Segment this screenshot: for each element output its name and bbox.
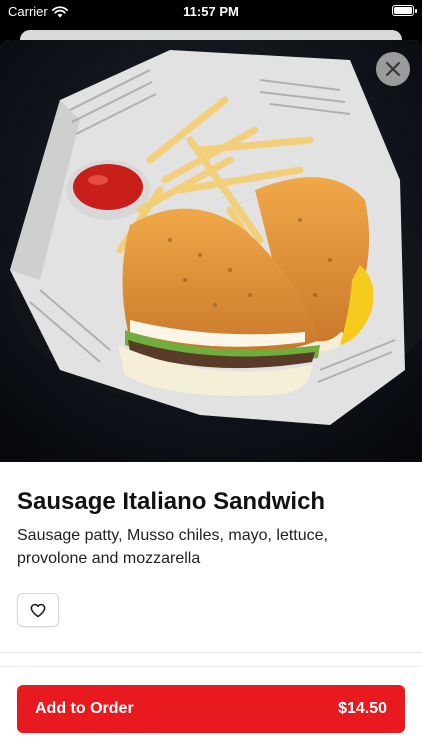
divider bbox=[0, 652, 422, 653]
sandwich-illustration bbox=[0, 40, 422, 462]
item-price: $14.50 bbox=[338, 700, 387, 717]
favorite-button[interactable] bbox=[17, 593, 59, 627]
add-to-order-label: Add to Order bbox=[35, 700, 134, 717]
item-photo bbox=[0, 40, 422, 462]
add-to-order-button[interactable]: Add to Order $14.50 bbox=[17, 685, 405, 733]
item-title: Sausage Italiano Sandwich bbox=[17, 488, 326, 515]
bottom-action-bar: Add to Order $14.50 bbox=[0, 666, 422, 750]
status-time: 11:57 PM bbox=[183, 4, 239, 19]
close-button[interactable] bbox=[376, 52, 410, 86]
status-bar: Carrier 11:57 PM bbox=[0, 0, 422, 24]
item-detail-sheet: Sausage Italiano Sandwich Sausage patty,… bbox=[0, 40, 422, 750]
heart-icon bbox=[30, 603, 46, 617]
battery-icon bbox=[392, 5, 417, 16]
close-icon bbox=[386, 62, 400, 76]
item-description: Sausage patty, Musso chiles, mayo, lettu… bbox=[17, 527, 328, 567]
